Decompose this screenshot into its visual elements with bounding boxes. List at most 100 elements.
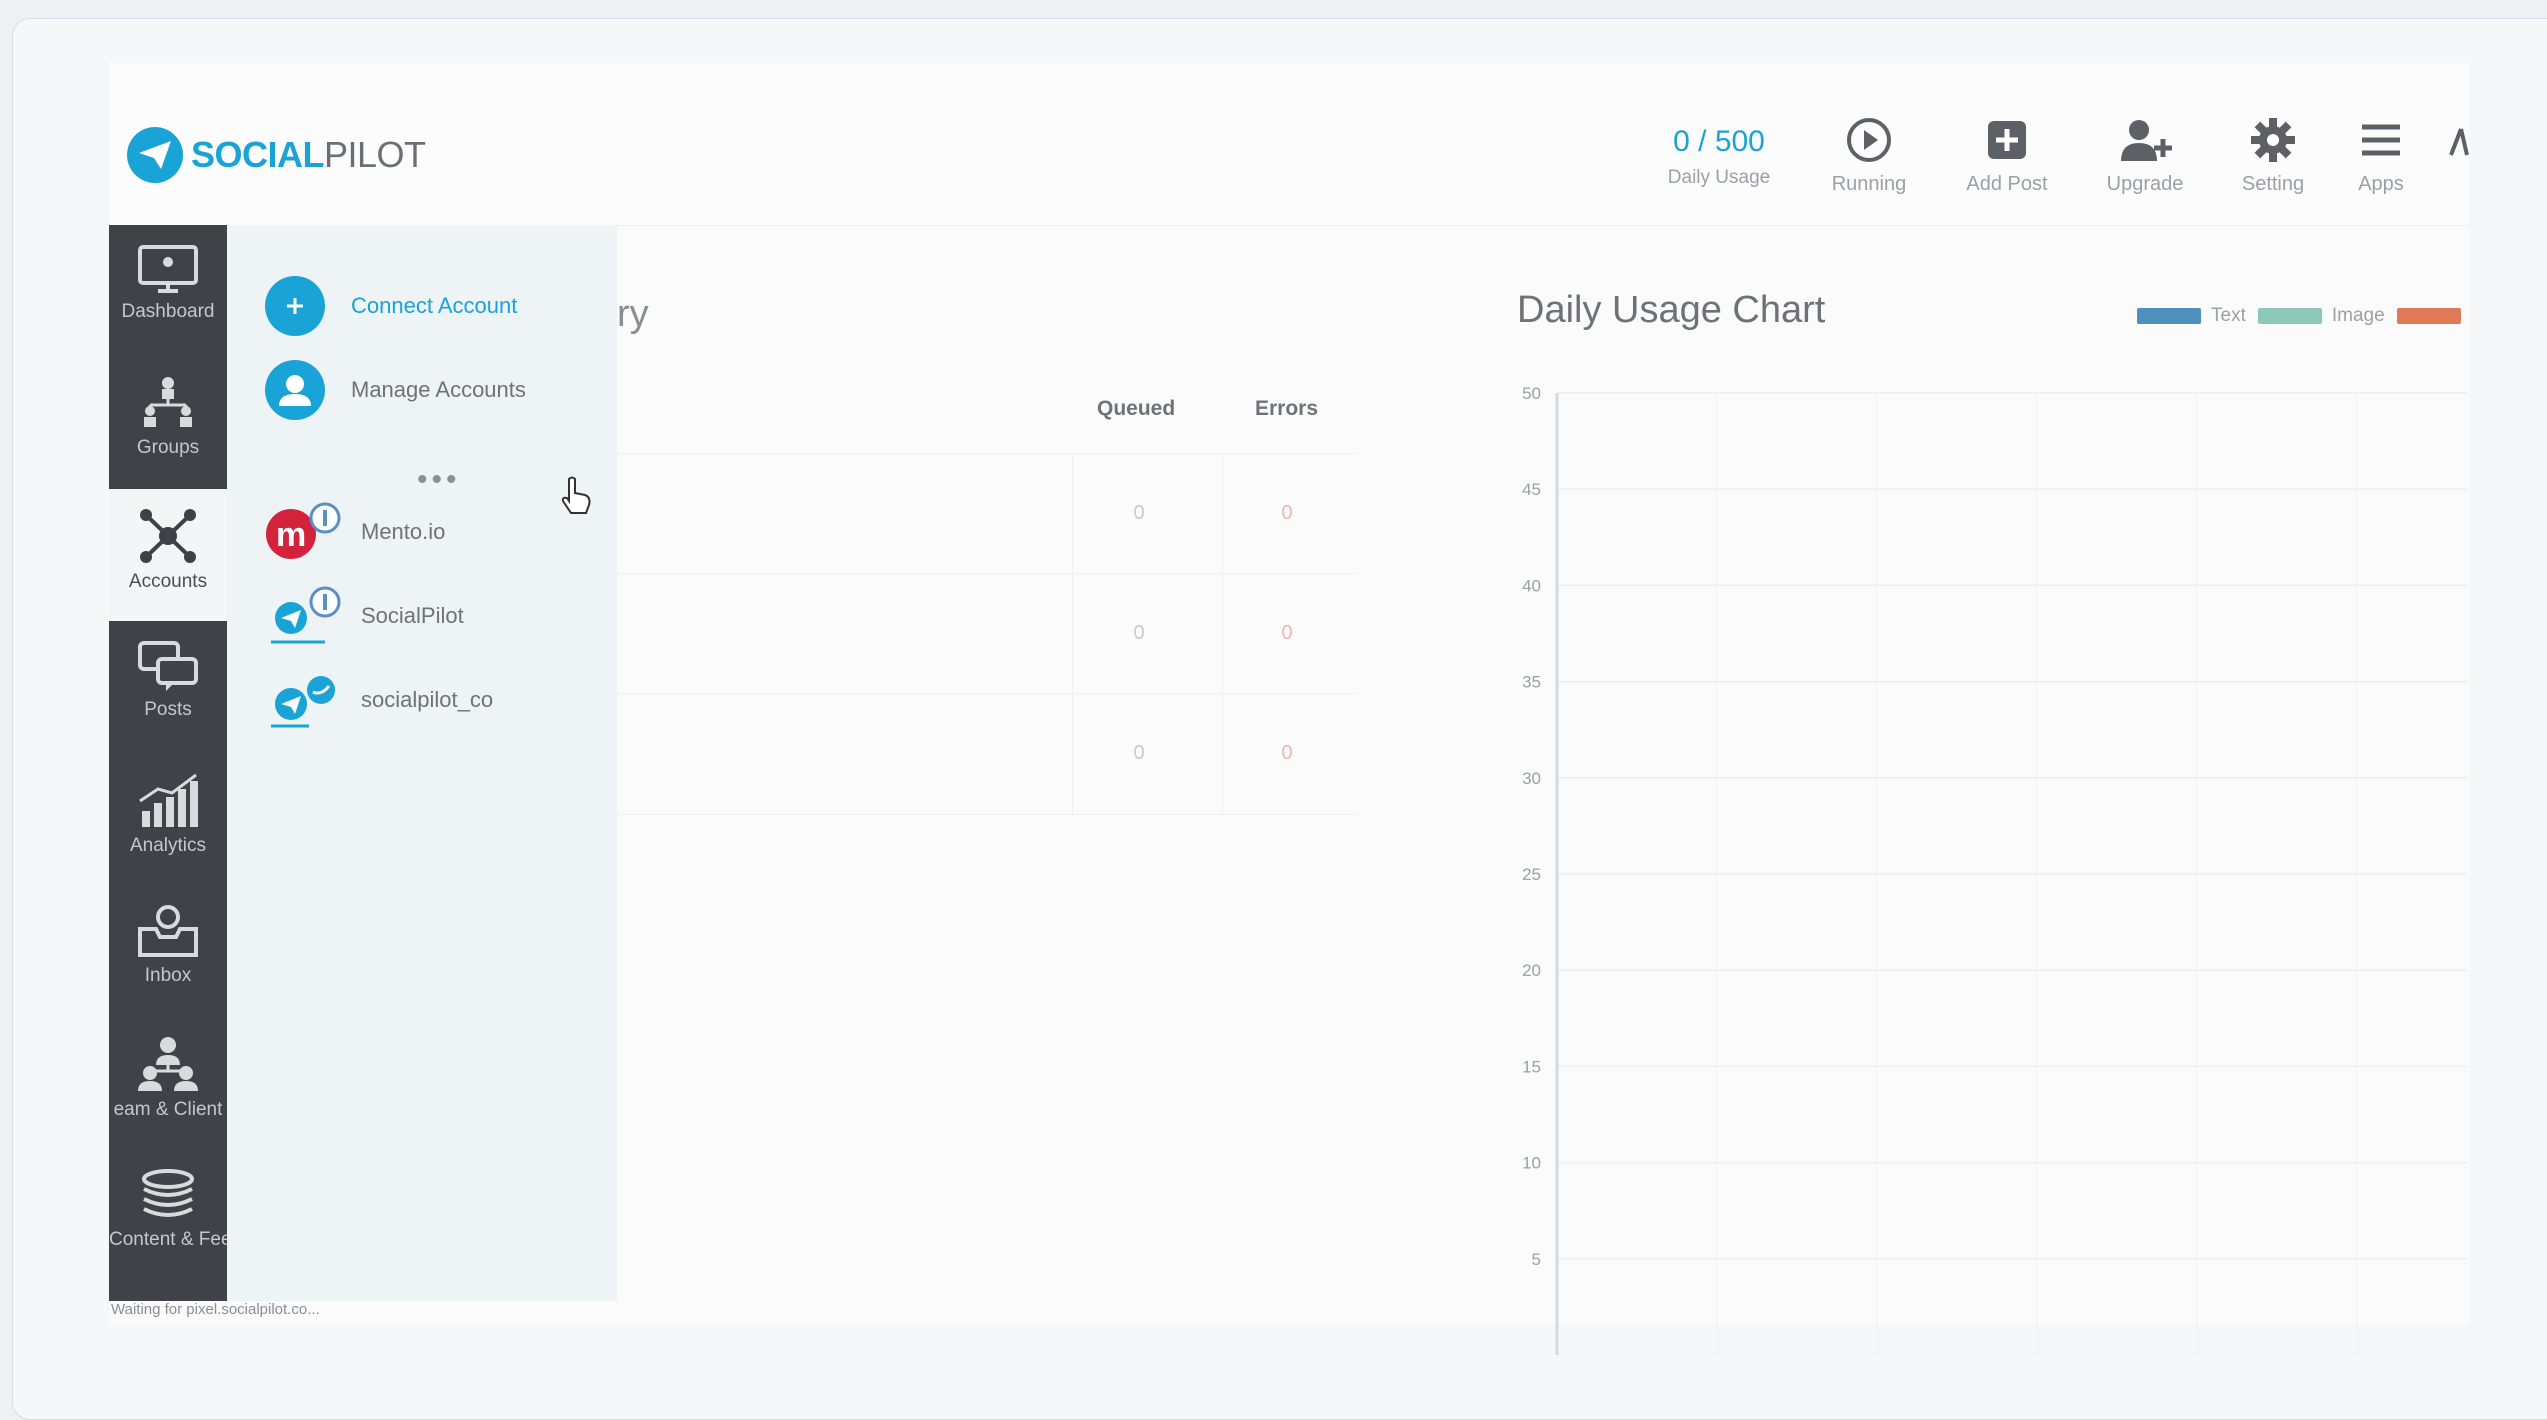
y-tick-label: 50 <box>1522 384 1541 403</box>
plus-circle-icon <box>265 276 325 336</box>
browser-viewport: SOCIALPILOT 0 / 500 Daily Usage Running … <box>12 18 2547 1420</box>
upgrade-label: Upgrade <box>2106 173 2184 195</box>
table-row[interactable]: 0 0 <box>617 453 1357 574</box>
sidebar-item-dashboard[interactable]: Dashboard <box>109 225 227 357</box>
mento-logo-icon: m <box>266 502 341 559</box>
manage-accounts-label: Manage Accounts <box>351 377 526 402</box>
sidebar-label-accounts: Accounts <box>128 571 208 592</box>
account-item-mento[interactable]: m Mento.io <box>265 501 445 563</box>
inbox-icon <box>138 905 198 957</box>
sidebar-label-inbox: Inbox <box>144 965 192 986</box>
apps-label: Apps <box>2358 173 2404 195</box>
menu-icon <box>2362 124 2400 156</box>
brand-name-light: PILOT <box>324 134 426 175</box>
running-button[interactable]: Running <box>1809 115 1929 196</box>
add-post-button[interactable]: Add Post <box>1947 115 2067 196</box>
legend-swatch-third <box>2396 308 2461 324</box>
y-tick-label: 25 <box>1522 865 1541 884</box>
sidebar-label-analytics: Analytics <box>129 835 207 856</box>
errors-count: 0 <box>1281 502 1293 524</box>
y-tick-label: 45 <box>1522 480 1541 499</box>
connect-account-label: Connect Account <box>351 293 518 318</box>
legend-swatch-text <box>2137 308 2201 324</box>
column-header-errors: Errors <box>1255 397 1319 420</box>
connect-account-link[interactable]: Connect Account <box>265 275 517 337</box>
apps-button[interactable]: Apps <box>2321 115 2441 196</box>
running-label: Running <box>1831 173 1907 195</box>
column-header-queued: Queued <box>1097 397 1176 420</box>
gear-icon <box>2251 118 2295 162</box>
legend-swatch-image <box>2257 308 2322 324</box>
legend-label-image: Image <box>2331 305 2385 326</box>
sidebar-label-team-client: eam & Client <box>113 1099 223 1120</box>
queued-count: 0 <box>1133 622 1145 644</box>
errors-count: 0 <box>1281 622 1293 644</box>
account-name-socialpilot: SocialPilot <box>361 603 464 628</box>
sidebar-item-accounts[interactable]: Accounts <box>109 489 227 621</box>
user-plus-icon <box>2121 120 2172 161</box>
legend-label-text: Text <box>2211 305 2246 326</box>
setting-button[interactable]: Setting <box>2213 115 2333 196</box>
browser-status-text: Waiting for pixel.socialpilot.co... <box>111 1301 320 1318</box>
sidebar-label-content-feed: Content & Feed <box>109 1229 243 1250</box>
chart-title: Daily Usage Chart <box>1517 289 1826 331</box>
manage-accounts-link[interactable]: Manage Accounts <box>265 359 526 421</box>
table-row[interactable]: 0 0 <box>617 693 1357 815</box>
y-tick-label: 30 <box>1522 769 1541 788</box>
daily-usage-indicator[interactable]: 0 / 500 Daily Usage <box>1639 125 1799 189</box>
brand-logo[interactable]: SOCIALPILOT <box>127 127 426 183</box>
accounts-dropdown: Connect Account Manage Accounts ••• m Me… <box>227 225 617 1301</box>
user-circle-icon <box>265 360 325 420</box>
top-bar: SOCIALPILOT 0 / 500 Daily Usage Running … <box>109 63 2469 226</box>
queued-count: 0 <box>1133 502 1145 524</box>
dropdown-separator-dots: ••• <box>417 463 461 496</box>
chat-bubbles-icon <box>138 641 198 691</box>
sidebar-label-posts: Posts <box>144 699 192 720</box>
daily-usage-value: 0 / 500 <box>1673 125 1765 158</box>
dashboard-main: ry Queued Errors 0 0 0 0 0 0 Daily Usage… <box>617 225 2469 1355</box>
sidebar-label-groups: Groups <box>136 437 200 458</box>
daily-usage-chart: 50 45 40 35 30 25 20 15 10 5 <box>1522 384 2467 1355</box>
sidebar-item-content-feed[interactable]: Content & Feed <box>109 1149 243 1281</box>
bar-chart-icon <box>139 773 198 827</box>
account-item-socialpilot-co[interactable]: socialpilot_co <box>265 669 493 731</box>
queued-count: 0 <box>1133 742 1145 764</box>
account-name-mento: Mento.io <box>361 519 446 544</box>
stack-icon <box>142 1169 194 1217</box>
play-circle-icon <box>1847 118 1891 162</box>
upgrade-button[interactable]: Upgrade <box>2085 115 2205 196</box>
y-tick-label: 20 <box>1522 961 1541 980</box>
add-post-label: Add Post <box>1966 173 2048 195</box>
y-tick-label: 15 <box>1522 1057 1541 1076</box>
daily-usage-label: Daily Usage <box>1667 167 1771 188</box>
sidebar-item-analytics[interactable]: Analytics <box>109 753 227 885</box>
table-row[interactable]: 0 0 <box>617 573 1357 694</box>
monitor-icon <box>138 245 198 293</box>
sidebar-item-posts[interactable]: Posts <box>109 621 227 753</box>
socialpilot-app: SOCIALPILOT 0 / 500 Daily Usage Running … <box>109 63 2469 1355</box>
socialpilot-twitter-icon <box>271 676 335 728</box>
network-icon <box>140 509 196 563</box>
errors-count: 0 <box>1281 742 1293 764</box>
hand-cursor-icon <box>561 476 591 514</box>
y-tick-label: 40 <box>1522 576 1541 595</box>
left-sidebar: Dashboard Groups Accounts Posts Analytic… <box>109 225 243 1301</box>
partial-edge-icon <box>2449 128 2469 156</box>
setting-label: Setting <box>2241 173 2305 195</box>
team-icon <box>138 1037 198 1091</box>
brand-name-bold: SOCIAL <box>191 134 325 175</box>
y-tick-label: 35 <box>1522 673 1541 692</box>
chart-legend: Text Image <box>2137 305 2461 327</box>
org-chart-icon <box>144 377 192 427</box>
plus-square-icon <box>1988 121 2026 159</box>
sidebar-item-inbox[interactable]: Inbox <box>109 885 227 1017</box>
sidebar-item-team-client[interactable]: eam & Client <box>109 1017 227 1149</box>
sidebar-item-groups[interactable]: Groups <box>109 357 227 489</box>
svg-text:m: m <box>276 516 306 554</box>
sidebar-label-dashboard: Dashboard <box>121 301 215 322</box>
y-tick-label: 10 <box>1522 1154 1541 1173</box>
summary-panel-title: ry <box>617 293 649 335</box>
y-tick-label: 5 <box>1532 1250 1541 1269</box>
account-item-socialpilot[interactable]: SocialPilot <box>265 585 464 647</box>
account-name-socialpilot-co: socialpilot_co <box>361 687 494 712</box>
